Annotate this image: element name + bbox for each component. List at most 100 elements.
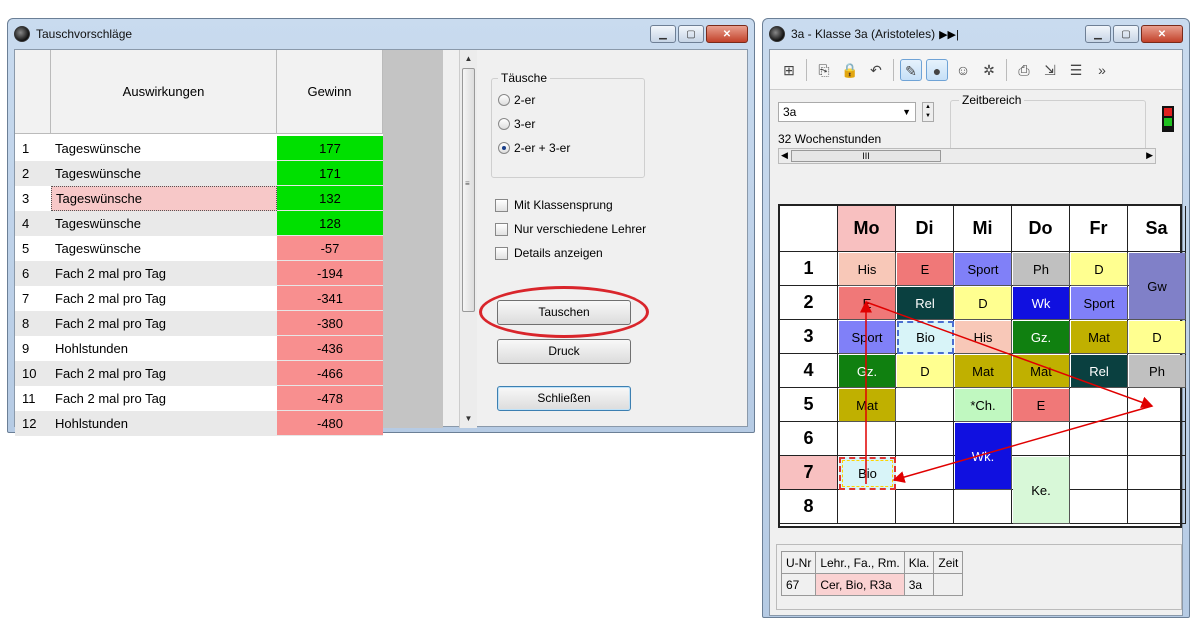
table-row[interactable]: 9 Hohlstunden -436 <box>15 336 383 361</box>
minimize-icon[interactable]: ▁ <box>1085 25 1111 43</box>
gain-cell[interactable]: 171 <box>277 161 383 186</box>
last-class-icon[interactable]: ▶| <box>948 28 959 41</box>
table-row[interactable]: 1 Tageswünsche 177 <box>15 136 383 161</box>
info-value[interactable]: 3a <box>903 573 935 596</box>
checkbox-label: Details anzeigen <box>514 246 603 260</box>
gear-icon[interactable]: ✲ <box>978 59 1000 81</box>
gain-cell[interactable]: -380 <box>277 311 383 336</box>
gain-cell[interactable]: -466 <box>277 361 383 386</box>
chevron-down-icon[interactable]: ▼ <box>902 103 911 121</box>
vertical-scrollbar[interactable]: ▲ ≡ ▼ <box>459 50 477 428</box>
weekly-hours: 32 Wochenstunden <box>778 132 882 146</box>
undo-icon[interactable]: ↶ <box>865 59 887 81</box>
checkbox-verschiedene-lehrer[interactable]: Nur verschiedene Lehrer <box>495 222 646 236</box>
pin-icon[interactable]: ● <box>926 58 948 81</box>
radio-label: 2-er <box>514 93 536 107</box>
next-class-icon[interactable]: ▶ <box>939 28 947 41</box>
info-value[interactable]: Cer, Bio, R3a <box>815 573 905 596</box>
class-select[interactable]: 3a ▼ <box>778 102 916 122</box>
suggestions-grid: Auswirkungen Gewinn 1 Tageswünsche 177 2 Tag… <box>15 50 443 436</box>
effect-cell[interactable]: Tageswünsche <box>51 161 277 186</box>
brush-icon[interactable]: ✎ <box>900 58 922 81</box>
table-row[interactable]: 5 Tageswünsche -57 <box>15 236 383 261</box>
close-icon[interactable]: ✕ <box>706 25 748 43</box>
checkbox-icon[interactable] <box>495 222 508 236</box>
scroll-thumb[interactable]: III <box>791 150 941 162</box>
table-row[interactable]: 11 Fach 2 mal pro Tag -478 <box>15 386 383 411</box>
column-header-gewinn[interactable]: Gewinn <box>277 50 383 134</box>
effect-cell[interactable]: Fach 2 mal pro Tag <box>51 311 277 336</box>
effect-cell[interactable]: Tageswünsche <box>51 211 277 236</box>
radio-3er[interactable]: 3-er <box>498 117 535 131</box>
gain-cell[interactable]: -478 <box>277 386 383 411</box>
table-row[interactable]: 2 Tageswünsche 171 <box>15 161 383 186</box>
gain-cell[interactable]: 177 <box>277 136 383 161</box>
gain-cell[interactable]: -480 <box>277 411 383 436</box>
scroll-thumb[interactable]: ≡ <box>462 68 475 312</box>
checkbox-icon[interactable] <box>495 198 508 212</box>
checkbox-icon[interactable] <box>495 246 508 260</box>
print-icon[interactable]: ⎙ <box>1013 59 1035 81</box>
grid-icon[interactable]: ⊞ <box>778 59 800 81</box>
horizontal-scrollbar[interactable]: ◀ III ▶ <box>778 148 1156 164</box>
selection-panel: 3a ▼ ▲ ▼ Zeitbereich 32 Wochenstunden ◀ I… <box>776 92 1184 168</box>
arrow-back <box>892 405 1153 483</box>
radio-2er-3er[interactable]: 2-er + 3-er <box>498 141 570 155</box>
maximize-icon[interactable]: ▢ <box>678 25 704 43</box>
gain-cell[interactable]: -194 <box>277 261 383 286</box>
overflow-icon[interactable]: » <box>1091 59 1113 81</box>
table-row[interactable]: 8 Fach 2 mal pro Tag -380 <box>15 311 383 336</box>
scroll-down-icon[interactable]: ▼ <box>460 410 477 428</box>
effect-cell[interactable]: Fach 2 mal pro Tag <box>51 261 277 286</box>
scroll-left-icon[interactable]: ◀ <box>781 150 788 161</box>
maximize-icon[interactable]: ▢ <box>1113 25 1139 43</box>
minimize-icon[interactable]: ▁ <box>650 25 676 43</box>
radio-icon[interactable] <box>498 118 510 130</box>
radio-icon[interactable] <box>498 94 510 106</box>
table-row[interactable]: 10 Fach 2 mal pro Tag -466 <box>15 361 383 386</box>
titlebar[interactable]: 3a - Klasse 3a (Aristoteles) ▶ ▶| ▁ ▢ ✕ <box>769 19 1183 49</box>
info-value[interactable]: 67 <box>780 573 817 596</box>
export-icon[interactable]: ⇲ <box>1039 59 1061 81</box>
table-row[interactable]: 12 Hohlstunden -480 <box>15 411 383 436</box>
effect-cell[interactable]: Hohlstunden <box>51 411 277 436</box>
table-row[interactable]: 6 Fach 2 mal pro Tag -194 <box>15 261 383 286</box>
table-row[interactable]: 7 Fach 2 mal pro Tag -341 <box>15 286 383 311</box>
row-number: 6 <box>22 266 30 281</box>
effect-cell[interactable]: Fach 2 mal pro Tag <box>51 386 277 411</box>
class-spinner-icon[interactable]: ▲ ▼ <box>922 102 934 122</box>
users-icon[interactable]: ☺ <box>952 59 974 81</box>
gain-cell[interactable]: -57 <box>277 236 383 261</box>
scroll-up-icon[interactable]: ▲ <box>460 50 477 68</box>
radio-label: 3-er <box>514 117 536 131</box>
close-icon[interactable]: ✕ <box>1141 25 1183 43</box>
table-row[interactable]: 4 Tageswünsche 128 <box>15 211 383 236</box>
row-number: 3 <box>22 191 30 206</box>
gain-cell[interactable]: -341 <box>277 286 383 311</box>
effect-cell[interactable]: Tageswünsche <box>51 186 277 211</box>
radio-selected-icon[interactable] <box>498 142 510 154</box>
radio-2er[interactable]: 2-er <box>498 93 535 107</box>
effect-cell[interactable]: Fach 2 mal pro Tag <box>51 286 277 311</box>
checkbox-klassensprung[interactable]: Mit Klassensprung <box>495 198 613 212</box>
gain-cell[interactable]: 132 <box>277 186 383 211</box>
gain-cell[interactable]: 128 <box>277 211 383 236</box>
gain-cell[interactable]: -436 <box>277 336 383 361</box>
scroll-right-icon[interactable]: ▶ <box>1146 150 1153 161</box>
effect-cell[interactable]: Tageswünsche <box>51 236 277 261</box>
copy-icon[interactable]: ⎘ <box>813 59 835 81</box>
table-row[interactable]: 3 Tageswünsche 132 <box>15 186 383 211</box>
row-number: 5 <box>22 241 30 256</box>
lock-icon[interactable]: 🔒 <box>839 59 861 81</box>
effect-cell[interactable]: Tageswünsche <box>51 136 277 161</box>
schliessen-button[interactable]: Schließen <box>497 386 631 411</box>
titlebar[interactable]: Tauschvorschläge ▁ ▢ ✕ <box>14 19 748 49</box>
tauschen-button[interactable]: Tauschen <box>497 300 631 325</box>
effect-cell[interactable]: Fach 2 mal pro Tag <box>51 361 277 386</box>
effect-cell[interactable]: Hohlstunden <box>51 336 277 361</box>
druck-button[interactable]: Druck <box>497 339 631 364</box>
checkbox-details[interactable]: Details anzeigen <box>495 246 603 260</box>
layout-icon[interactable]: ☰ <box>1065 59 1087 81</box>
column-header-auswirkungen[interactable]: Auswirkungen <box>51 50 277 134</box>
info-value[interactable] <box>933 573 964 596</box>
